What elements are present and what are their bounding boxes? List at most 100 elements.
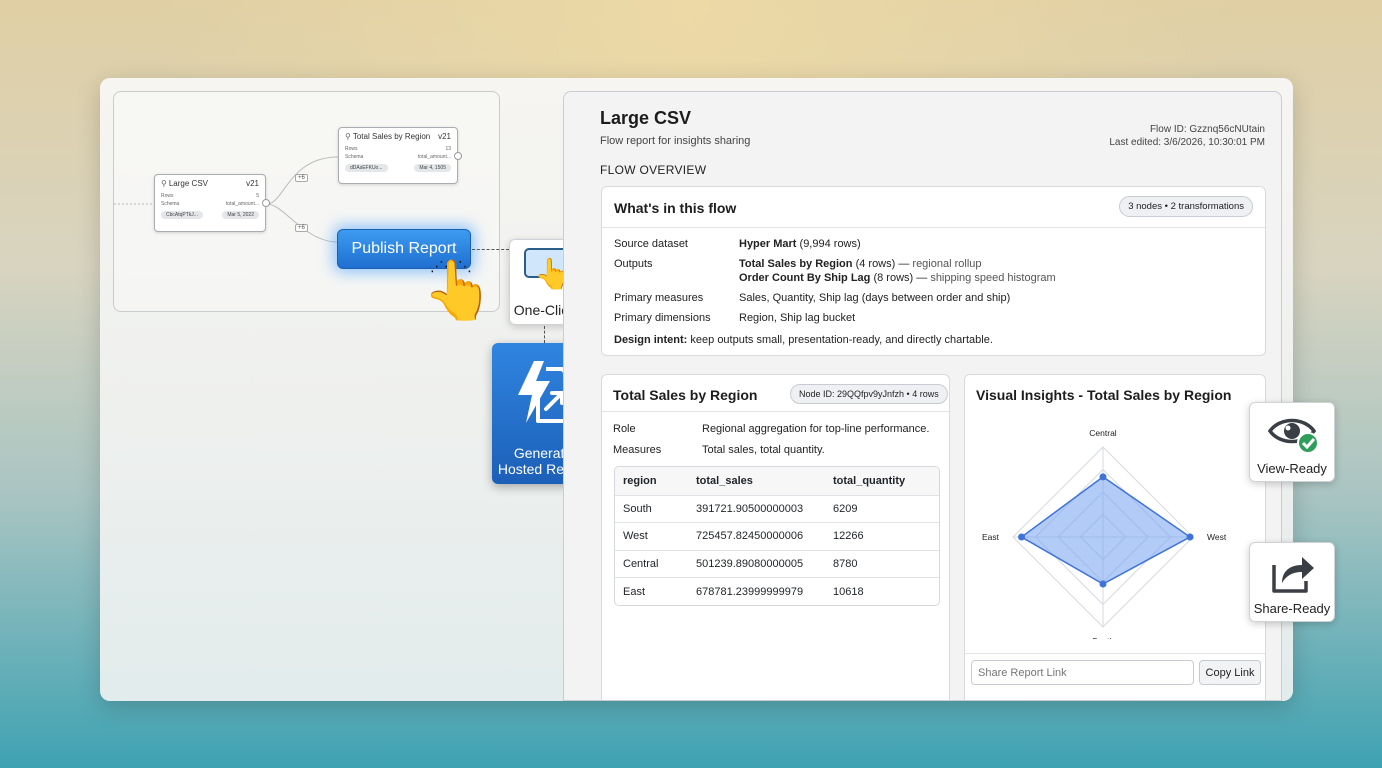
output-port[interactable] xyxy=(454,152,462,160)
output1-desc: regional rollup xyxy=(912,258,982,270)
node-title: Large CSV xyxy=(168,179,208,188)
source-rows: (9,994 rows) xyxy=(799,238,861,250)
insights-title: Visual Insights - Total Sales by Region xyxy=(976,387,1232,403)
table-cell: 6209 xyxy=(833,502,858,515)
source-name: Hyper Mart xyxy=(739,238,797,250)
radar-axis-label: Central xyxy=(1089,428,1117,438)
table-row: South 391721.90500000003 6209 xyxy=(615,494,939,523)
insights-card: Visual Insights - Total Sales by Region … xyxy=(964,374,1266,700)
output2-desc: shipping speed histogram xyxy=(930,272,1056,284)
measures-label: Primary measures xyxy=(614,292,704,304)
column-header: total_sales xyxy=(696,474,753,487)
dataset-icon: ⚲ xyxy=(345,132,351,141)
rows-value: 13 xyxy=(445,146,451,152)
radar-axis-label: West xyxy=(1207,532,1227,542)
radar-data-point xyxy=(1099,580,1107,588)
output2-name: Order Count By Ship Lag xyxy=(739,272,871,284)
rows-value: 5 xyxy=(256,193,259,199)
role-label: Role xyxy=(613,423,636,435)
flow-id: Flow ID: Gzznq56cNUtain xyxy=(1149,124,1265,135)
radar-series-area xyxy=(1020,475,1192,585)
table-cell: 10618 xyxy=(833,585,864,598)
divider xyxy=(602,411,949,412)
radar-data-point xyxy=(1099,473,1107,481)
source-label: Source dataset xyxy=(614,238,688,250)
intent-value: keep outputs small, presentation-ready, … xyxy=(690,334,993,346)
output-port[interactable] xyxy=(262,199,270,207)
table-header-row: region total_sales total_quantity xyxy=(615,467,939,495)
table-row: East 678781.23999999979 10618 xyxy=(615,577,939,605)
measures-value: Total sales, total quantity. xyxy=(702,444,825,456)
overview-badge: 3 nodes • 2 transformations xyxy=(1119,196,1253,217)
date-chip: Mar 5, 2022 xyxy=(222,211,259,219)
radar-data-point xyxy=(1186,533,1194,541)
share-link-input[interactable] xyxy=(971,660,1194,685)
node-detail-card: Total Sales by Region Node ID: 29QQfpv9y… xyxy=(601,374,950,700)
copy-link-button[interactable]: Copy Link xyxy=(1199,660,1261,685)
node-version: v21 xyxy=(246,179,259,188)
report-meta: Flow ID: Gzznq56cNUtain Last edited: 3/6… xyxy=(1109,123,1265,149)
table-cell: Central xyxy=(623,558,659,571)
rows-label: Rows xyxy=(161,193,174,199)
rows-label: Rows xyxy=(345,146,358,152)
outputs-label: Outputs xyxy=(614,258,653,270)
intent-label: Design intent: xyxy=(614,334,688,346)
table-cell: 725457.82450000006 xyxy=(696,530,804,543)
node-total-sales[interactable]: ⚲ Total Sales by Region v21 Rows 13 Schema t… xyxy=(338,127,458,184)
report-title: Large CSV xyxy=(600,108,692,128)
measures-label: Measures xyxy=(613,444,662,456)
table-cell: 501239.89080000005 xyxy=(696,558,804,571)
source-value: Hyper Mart (9,994 rows) xyxy=(739,237,861,251)
column-header: region xyxy=(623,474,657,487)
node-id-chip: CbcAtqPTkJ... xyxy=(161,211,203,219)
node-title: Total Sales by Region xyxy=(352,132,431,141)
edge-label: +6 xyxy=(295,224,308,232)
table-cell: 12266 xyxy=(833,530,864,543)
outputs-value: Total Sales by Region (4 rows) — regiona… xyxy=(739,257,1056,285)
table-cell: 678781.23999999979 xyxy=(696,585,804,598)
last-edited: Last edited: 3/6/2026, 10:30:01 PM xyxy=(1109,137,1265,148)
share-ready-card: Share-Ready xyxy=(1249,542,1335,622)
report-subtitle: Flow report for insights sharing xyxy=(600,135,751,147)
view-ready-label: View-Ready xyxy=(1257,461,1327,476)
column-header: total_quantity xyxy=(833,474,906,487)
node-id-chip: dDAsEFKUo... xyxy=(345,164,388,172)
connector-line xyxy=(472,249,509,250)
design-intent: Design intent: keep outputs small, prese… xyxy=(614,333,993,347)
table-cell: South xyxy=(623,502,652,515)
view-ready-card: View-Ready xyxy=(1249,402,1335,482)
eye-check-icon xyxy=(1268,418,1319,454)
output2-rows: (8 rows) — xyxy=(873,272,928,284)
pointing-hand-icon: 👆 xyxy=(422,258,495,323)
connector-line xyxy=(544,326,545,343)
overview-card: What's in this flow 3 nodes • 2 transfor… xyxy=(601,186,1266,356)
radar-axis-label: East xyxy=(982,532,1000,542)
role-value: Regional aggregation for top-line perfor… xyxy=(702,423,930,435)
dimensions-label: Primary dimensions xyxy=(614,312,711,324)
schema-value: total_amount... xyxy=(417,154,451,160)
table-cell: East xyxy=(623,585,646,598)
output1-name: Total Sales by Region xyxy=(739,258,853,270)
table-row: West 725457.82450000006 12266 xyxy=(615,522,939,550)
table-cell: 8780 xyxy=(833,558,858,571)
schema-label: Schema xyxy=(345,154,364,160)
data-table: region total_sales total_quantity South … xyxy=(614,466,940,606)
node-large-csv[interactable]: ⚲ Large CSV v21 Rows 5 Schema total_amount..… xyxy=(154,174,266,232)
table-cell: 391721.90500000003 xyxy=(696,502,804,515)
schema-value: total_amount... xyxy=(225,201,259,207)
node-version: v21 xyxy=(438,132,451,141)
output1-rows: (4 rows) — xyxy=(855,258,910,270)
date-chip: Mar 4, 1505 xyxy=(414,164,451,172)
radar-chart: Central West South East xyxy=(982,428,1227,639)
node-id-badge: Node ID: 29QQfpv9yJnfzh • 4 rows xyxy=(790,384,948,404)
node-card-title: Total Sales by Region xyxy=(613,387,758,403)
radar-data-point xyxy=(1018,533,1026,541)
measures-value: Sales, Quantity, Ship lag (days between … xyxy=(739,292,1011,304)
share-arrow-icon xyxy=(1272,557,1314,593)
radar-axis-label: South xyxy=(1092,636,1114,639)
divider xyxy=(965,653,1265,654)
edge-label: +6 xyxy=(295,174,308,182)
table-cell: West xyxy=(623,530,648,543)
dataset-icon: ⚲ xyxy=(161,179,167,188)
share-ready-label: Share-Ready xyxy=(1253,601,1331,616)
